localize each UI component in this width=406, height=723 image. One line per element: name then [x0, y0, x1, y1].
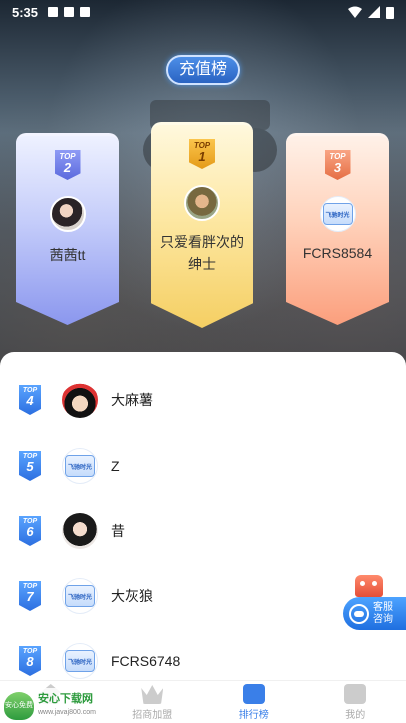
tab-franchise[interactable]: 招商加盟 [102, 681, 204, 723]
user-name: 只爱看胖次的绅士 [160, 234, 244, 272]
podium-rank-2[interactable]: TOP 2 茜茜tt [16, 133, 119, 325]
tab-mine[interactable]: 我的 [305, 681, 406, 723]
list-item[interactable]: TOP 4 大麻薯 [0, 367, 406, 433]
avatar [184, 185, 220, 221]
rank-badge: TOP 3 [324, 150, 351, 180]
brand-logo-icon: 飞驰时光 [322, 203, 353, 225]
notification-icon [80, 7, 91, 17]
rank-badge: TOP 2 [54, 150, 81, 180]
user-name: FCRS6748 [111, 653, 181, 669]
watermark-title: 安心下载网 [38, 692, 93, 705]
status-time: 5:35 [12, 4, 39, 20]
user-name: 大麻薯 [111, 392, 153, 408]
list-item[interactable]: TOP 6 昔 [0, 498, 406, 564]
avatar: 飞驰时光 [62, 643, 98, 679]
rank-badge: TOP 5 [19, 451, 41, 481]
avatar: 飞驰时光 [62, 578, 98, 614]
wifi-icon [348, 6, 362, 18]
brand-logo-icon: 飞驰时光 [65, 585, 95, 607]
rank-badge: TOP 4 [19, 385, 41, 415]
podium-rank-3[interactable]: TOP 3 飞驰时光 FCRS8584 [286, 133, 389, 325]
customer-service-button[interactable]: 客服咨询 [343, 575, 406, 630]
notification-icon [48, 7, 59, 17]
profile-icon [344, 684, 367, 704]
ranking-icon [242, 684, 265, 704]
chat-icon [349, 603, 369, 624]
rank-badge: TOP 1 [189, 139, 215, 169]
customer-service-label: 客服咨询 [373, 601, 393, 625]
watermark-url: www.javaj800.com [38, 708, 96, 716]
brand-logo-icon: 飞驰时光 [65, 455, 95, 477]
user-name: 昔 [111, 523, 125, 539]
robot-icon [355, 575, 383, 597]
ranking-list-panel: TOP 4 大麻薯 TOP 5 飞驰时光 Z TOP 6 昔 TOP 7 飞驰时光 大灰… [0, 352, 406, 723]
crown-icon [141, 685, 164, 704]
user-name: Z [111, 458, 120, 474]
rank-badge: TOP 6 [19, 516, 41, 546]
avatar: 飞驰时光 [62, 448, 98, 484]
avatar [62, 513, 98, 549]
podium-rank-1[interactable]: TOP 1 只爱看胖次的绅士 [151, 122, 253, 328]
avatar: 飞驰时光 [319, 196, 356, 232]
avatar [49, 196, 86, 232]
user-name: FCRS8584 [302, 245, 373, 261]
recharge-ranking-title[interactable]: 充值榜 [166, 55, 240, 85]
signal-icon [368, 6, 380, 18]
battery-icon [386, 6, 394, 19]
rank-badge: TOP 7 [19, 581, 41, 611]
user-name: 茜茜tt [49, 247, 86, 263]
watermark-logo-icon: 安心免费 [4, 691, 34, 720]
status-bar: 5:35 [0, 0, 406, 24]
notification-icon [64, 7, 75, 17]
watermark: 安心免费 安心下载网 www.javaj800.com [0, 688, 110, 723]
list-item[interactable]: TOP 5 飞驰时光 Z [0, 433, 406, 499]
user-name: 大灰狼 [111, 588, 153, 604]
brand-logo-icon: 飞驰时光 [65, 650, 95, 672]
avatar [62, 382, 98, 418]
tab-ranking[interactable]: 排行榜 [203, 681, 305, 723]
rank-badge: TOP 8 [19, 646, 41, 676]
